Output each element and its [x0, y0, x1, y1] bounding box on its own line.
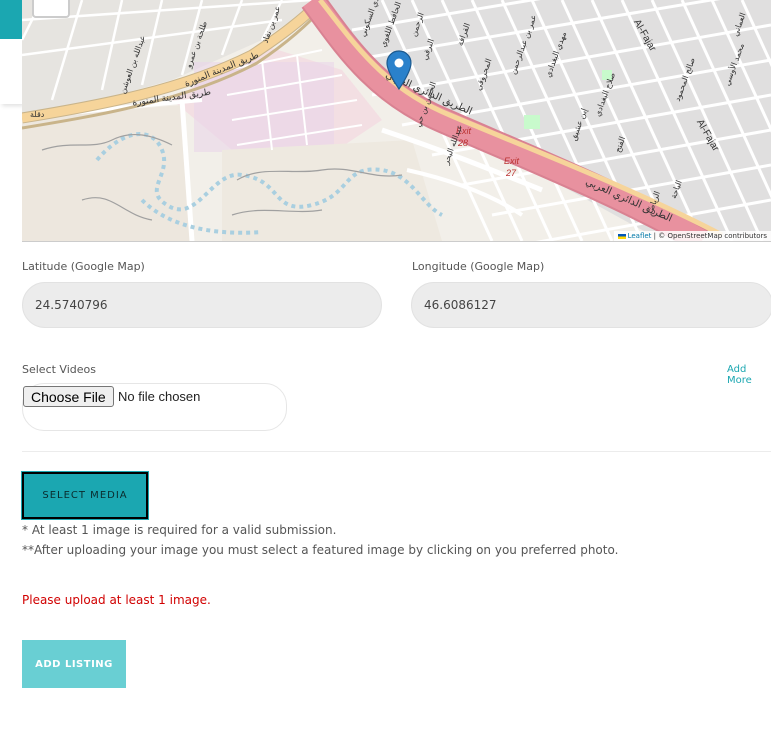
video-file-input[interactable]: Choose File No file chosen	[22, 383, 287, 431]
location-map[interactable]: طريق المدينة المنورة طريق المدينة المنور…	[22, 0, 771, 242]
map-tiles	[22, 0, 771, 241]
header-accent-tab	[0, 0, 22, 39]
image-requirement-note: * At least 1 image is required for a val…	[22, 523, 337, 537]
add-listing-button[interactable]: ADD LISTING	[22, 640, 126, 688]
longitude-input[interactable]: 46.6086127	[411, 282, 771, 328]
map-label: Exit	[504, 156, 520, 166]
no-file-text: No file chosen	[118, 389, 201, 404]
upload-error-message: Please upload at least 1 image.	[22, 593, 211, 607]
ukraine-flag-icon	[617, 233, 626, 239]
map-label: 27	[506, 168, 517, 178]
location-marker-icon[interactable]	[386, 50, 412, 90]
longitude-label: Longitude (Google Map)	[412, 260, 545, 273]
select-media-button[interactable]: SELECT MEDIA	[21, 471, 149, 520]
map-label: دقلة	[30, 110, 45, 119]
latitude-input[interactable]: 24.5740796	[22, 282, 382, 328]
latitude-label: Latitude (Google Map)	[22, 260, 145, 273]
osm-attribution: | © OpenStreetMap contributors	[653, 232, 767, 240]
featured-image-note: **After uploading your image you must se…	[22, 543, 619, 557]
section-divider	[22, 451, 771, 452]
choose-file-button[interactable]: Choose File	[23, 386, 114, 407]
add-more-link[interactable]: Add More	[727, 364, 771, 386]
leaflet-link[interactable]: Leaflet	[628, 232, 652, 240]
select-videos-label: Select Videos	[22, 363, 96, 376]
zoom-control[interactable]	[32, 0, 70, 18]
map-attribution: Leaflet | © OpenStreetMap contributors	[613, 231, 771, 241]
